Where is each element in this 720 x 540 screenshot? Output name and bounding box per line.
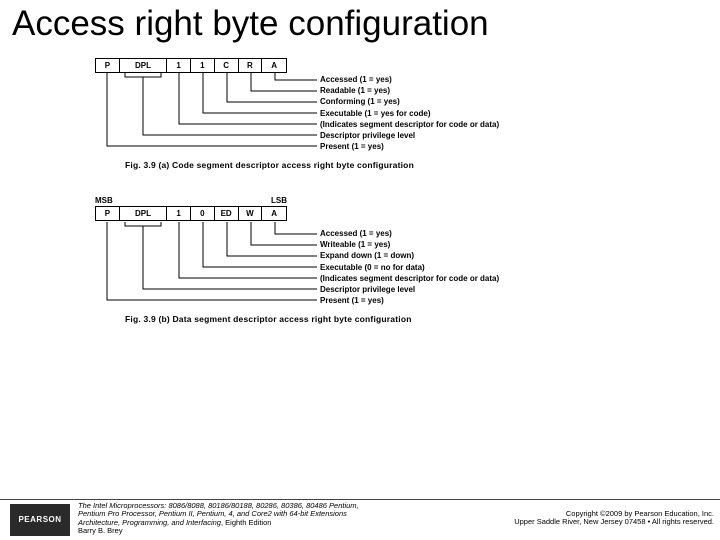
fig-b-bitrow: P DPL 1 0 ED W A (95, 206, 287, 221)
fig-a-bitrow: P DPL 1 1 C R A (95, 58, 287, 73)
msb-lsb-labels: MSB LSB (95, 196, 287, 205)
bit-0: 0 (191, 207, 215, 220)
bit-p: P (96, 59, 120, 72)
bit-dpl: DPL (120, 59, 168, 72)
desc-line: Accessed (1 = yes) (320, 230, 499, 238)
desc-line: Executable (1 = yes for code) (320, 110, 499, 118)
desc-line: Descriptor privilege level (320, 286, 499, 294)
bit-w: W (239, 207, 263, 220)
copy-line2: Upper Saddle River, New Jersey 07458 • A… (514, 517, 714, 526)
bit-1a: 1 (167, 207, 191, 220)
fig-b-desc: Accessed (1 = yes) Writeable (1 = yes) E… (320, 230, 499, 308)
slide: Access right byte configuration P DPL 1 … (0, 0, 720, 540)
author: Barry B. Brey (78, 526, 123, 535)
bit-r: R (239, 59, 263, 72)
book-info: The Intel Microprocessors: 8086/8088, 80… (78, 502, 514, 537)
bit-1a: 1 (167, 59, 191, 72)
fig-a-caption: Fig. 3.9 (a) Code segment descriptor acc… (125, 160, 414, 170)
bit-p: P (96, 207, 120, 220)
desc-line: Executable (0 = no for data) (320, 264, 499, 272)
desc-line: (Indicates segment descriptor for code o… (320, 121, 499, 129)
fig-b-caption: Fig. 3.9 (b) Data segment descriptor acc… (125, 314, 412, 324)
figure-a: P DPL 1 1 C R A (95, 62, 615, 182)
fig-a-desc: Accessed (1 = yes) Readable (1 = yes) Co… (320, 76, 499, 154)
bit-c: C (215, 59, 239, 72)
pearson-logo: PEARSON (10, 504, 70, 536)
copyright: Copyright ©2009 by Pearson Education, In… (514, 502, 720, 527)
desc-line: Accessed (1 = yes) (320, 76, 499, 84)
desc-line: Present (1 = yes) (320, 297, 499, 305)
bit-a: A (262, 59, 286, 72)
bit-a: A (262, 207, 286, 220)
msb-label: MSB (95, 196, 113, 205)
figure-b: MSB LSB P DPL 1 0 ED W A (95, 196, 615, 356)
desc-line: Present (1 = yes) (320, 143, 499, 151)
bit-dpl: DPL (120, 207, 168, 220)
desc-line: Descriptor privilege level (320, 132, 499, 140)
footer: PEARSON The Intel Microprocessors: 8086/… (0, 499, 720, 537)
bit-ed: ED (215, 207, 239, 220)
desc-line: Expand down (1 = down) (320, 252, 499, 260)
slide-title: Access right byte configuration (0, 0, 720, 44)
desc-line: Readable (1 = yes) (320, 87, 499, 95)
content-area: P DPL 1 1 C R A (95, 62, 615, 360)
desc-line: Conforming (1 = yes) (320, 98, 499, 106)
bit-1b: 1 (191, 59, 215, 72)
desc-line: Writeable (1 = yes) (320, 241, 499, 249)
desc-line: (Indicates segment descriptor for code o… (320, 275, 499, 283)
lsb-label: LSB (271, 196, 287, 205)
book-line3b: , Eighth Edition (221, 518, 271, 527)
